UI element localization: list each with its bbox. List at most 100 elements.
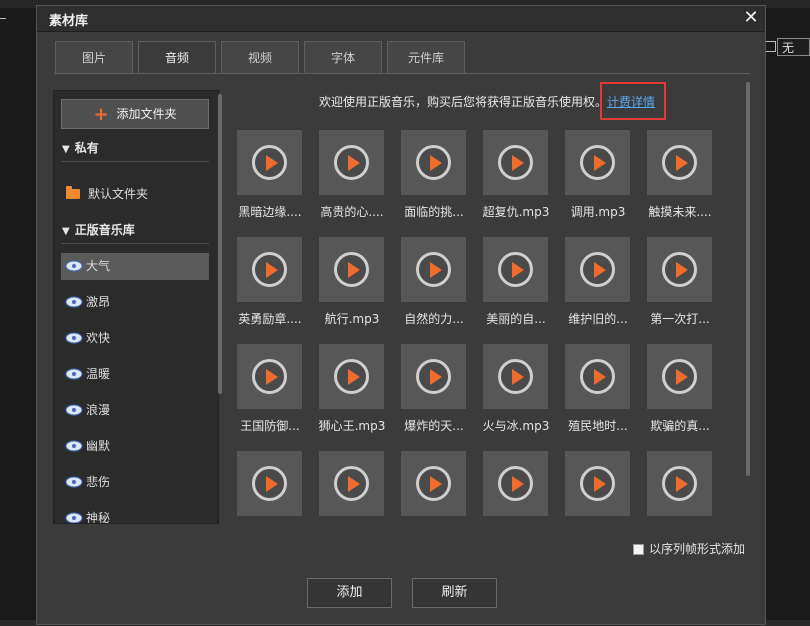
audio-thumbnail[interactable] xyxy=(565,451,630,516)
play-icon[interactable] xyxy=(580,359,615,394)
audio-filename: 面临的挑... xyxy=(404,205,464,219)
play-icon[interactable] xyxy=(334,359,369,394)
sidebar-item-default-folder[interactable]: 默认文件夹 xyxy=(66,183,148,205)
play-icon[interactable] xyxy=(498,359,533,394)
sidebar-item-cheerful[interactable]: 欢快 xyxy=(61,325,209,352)
refresh-button[interactable]: 刷新 xyxy=(412,578,497,608)
audio-thumbnail[interactable] xyxy=(237,451,302,516)
audio-thumbnail[interactable] xyxy=(565,237,630,302)
audio-thumbnail[interactable] xyxy=(319,344,384,409)
play-icon[interactable] xyxy=(662,252,697,287)
audio-thumbnail[interactable] xyxy=(401,451,466,516)
audio-thumbnail[interactable] xyxy=(647,451,712,516)
sidebar-item-sad[interactable]: 悲伤 xyxy=(61,469,209,496)
audio-thumbnail[interactable] xyxy=(483,237,548,302)
play-icon[interactable] xyxy=(334,252,369,287)
play-icon[interactable] xyxy=(416,252,451,287)
audio-thumbnail[interactable] xyxy=(565,130,630,195)
close-icon[interactable]: ✕ xyxy=(740,7,762,29)
audio-thumbnail[interactable] xyxy=(483,451,548,516)
content-scrollbar[interactable] xyxy=(746,82,750,476)
tab-images[interactable]: 图片 xyxy=(55,41,133,74)
sidebar-item-label: 浪漫 xyxy=(86,403,111,417)
tab-audio[interactable]: 音频 xyxy=(138,41,216,74)
triangle-down-icon: ▼ xyxy=(62,226,70,237)
play-icon[interactable] xyxy=(662,359,697,394)
music-disc-icon xyxy=(65,476,83,487)
group-private-label: 私有 xyxy=(74,141,99,155)
play-icon[interactable] xyxy=(334,466,369,501)
background-checkbox[interactable] xyxy=(765,41,776,52)
play-icon[interactable] xyxy=(498,252,533,287)
play-icon[interactable] xyxy=(252,145,287,180)
group-private[interactable]: ▼ 私有 xyxy=(62,137,99,159)
sidebar-item-mystery[interactable]: 神秘 xyxy=(61,505,209,524)
audio-thumbnail[interactable] xyxy=(319,237,384,302)
play-icon[interactable] xyxy=(498,466,533,501)
add-button[interactable]: 添加 xyxy=(307,578,392,608)
play-icon[interactable] xyxy=(580,252,615,287)
audio-thumbnail[interactable] xyxy=(401,130,466,195)
audio-thumbnail[interactable] xyxy=(237,344,302,409)
sidebar-item-label: 神秘 xyxy=(86,511,111,524)
background-select[interactable]: 无 xyxy=(777,38,810,56)
audio-filename: 狮心王.mp3 xyxy=(318,419,386,433)
plus-icon: + xyxy=(93,103,109,125)
audio-thumbnail[interactable] xyxy=(483,130,548,195)
audio-thumbnail[interactable] xyxy=(237,237,302,302)
material-library-dialog: 素材库 ✕ 图片 音频 视频 字体 元件库 + 添加文件夹 ▼ 私有 默认文件夹 ▼… xyxy=(36,5,766,625)
audio-thumbnail[interactable] xyxy=(647,130,712,195)
audio-filename: 高贵的心.... xyxy=(320,205,384,219)
audio-thumbnail[interactable] xyxy=(647,344,712,409)
audio-thumbnail[interactable] xyxy=(319,130,384,195)
audio-grid: 黑暗边缘.... 高贵的心.... 面临的挑... 超复仇.mp3 调用.mp3… xyxy=(235,130,735,523)
play-icon[interactable] xyxy=(580,145,615,180)
sidebar-item-passionate[interactable]: 激昂 xyxy=(61,289,209,316)
add-folder-button[interactable]: + 添加文件夹 xyxy=(61,99,209,129)
audio-filename: 欺骗的真... xyxy=(650,419,710,433)
triangle-down-icon: ▼ xyxy=(62,144,70,155)
audio-thumbnail[interactable] xyxy=(401,237,466,302)
audio-thumbnail[interactable] xyxy=(401,344,466,409)
sidebar-item-grand[interactable]: 大气 xyxy=(61,253,209,280)
play-icon[interactable] xyxy=(252,359,287,394)
sidebar-scrollbar[interactable] xyxy=(218,94,222,394)
play-icon[interactable] xyxy=(662,145,697,180)
default-folder-label: 默认文件夹 xyxy=(88,187,149,201)
music-disc-icon xyxy=(65,368,83,379)
music-disc-icon xyxy=(65,296,83,307)
audio-filename: 触摸未来.... xyxy=(648,205,712,219)
audio-thumbnail[interactable] xyxy=(237,130,302,195)
audio-thumbnail[interactable] xyxy=(647,237,712,302)
play-icon[interactable] xyxy=(416,145,451,180)
play-icon[interactable] xyxy=(580,466,615,501)
play-icon[interactable] xyxy=(498,145,533,180)
audio-filename: 爆炸的天... xyxy=(404,419,464,433)
play-icon[interactable] xyxy=(334,145,369,180)
tab-fonts[interactable]: 字体 xyxy=(304,41,382,74)
music-disc-icon xyxy=(65,260,83,271)
sequence-frames-checkbox[interactable] xyxy=(633,544,644,555)
play-icon[interactable] xyxy=(252,466,287,501)
audio-filename: 维护旧的... xyxy=(568,312,628,326)
billing-details-link[interactable]: 计费详情 xyxy=(607,92,655,112)
sidebar-item-romantic[interactable]: 浪漫 xyxy=(61,397,209,424)
audio-filename: 第一次打... xyxy=(650,312,710,326)
audio-thumbnail[interactable] xyxy=(319,451,384,516)
tab-video[interactable]: 视频 xyxy=(221,41,299,74)
play-icon[interactable] xyxy=(662,466,697,501)
play-icon[interactable] xyxy=(416,359,451,394)
audio-filename: 自然的力... xyxy=(404,312,464,326)
play-icon[interactable] xyxy=(416,466,451,501)
sidebar-item-humor[interactable]: 幽默 xyxy=(61,433,209,460)
tab-components[interactable]: 元件库 xyxy=(387,41,465,74)
group-music-library[interactable]: ▼ 正版音乐库 xyxy=(62,219,135,241)
music-disc-icon xyxy=(65,440,83,451)
sidebar: + 添加文件夹 ▼ 私有 默认文件夹 ▼ 正版音乐库 大气 激昂 欢快 温暖 浪漫 幽… xyxy=(53,90,219,524)
audio-thumbnail[interactable] xyxy=(483,344,548,409)
audio-thumbnail[interactable] xyxy=(565,344,630,409)
play-icon[interactable] xyxy=(252,252,287,287)
sidebar-item-warm[interactable]: 温暖 xyxy=(61,361,209,388)
sidebar-item-label: 激昂 xyxy=(86,295,111,309)
tab-divider xyxy=(54,73,750,74)
